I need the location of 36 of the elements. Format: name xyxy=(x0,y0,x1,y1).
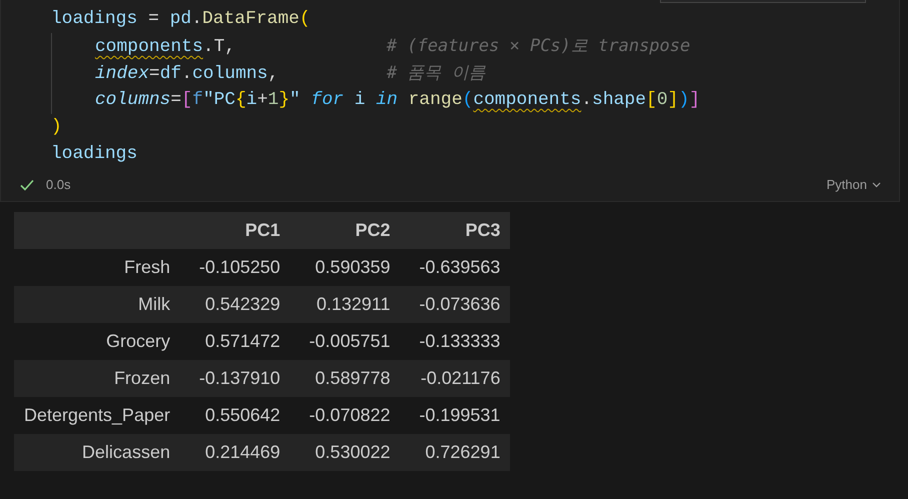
table-cell: 0.550642 xyxy=(180,397,290,434)
table-cell: 0.542329 xyxy=(180,286,290,323)
execution-time: 0.0s xyxy=(46,177,71,192)
table-cell: -0.070822 xyxy=(290,397,400,434)
code-line: columns=[f"PC{i+1}" for i in range(components.shape[0])] xyxy=(95,89,700,112)
language-selector[interactable]: Python xyxy=(826,177,881,192)
table-cell: 0.590359 xyxy=(290,249,400,286)
row-label: Delicassen xyxy=(14,434,180,471)
column-header: PC2 xyxy=(290,212,400,249)
table-cell: 0.726291 xyxy=(400,434,510,471)
code-line: components.T, # (features × PCs)로 transpose xyxy=(95,35,690,59)
row-label: Detergents_Paper xyxy=(14,397,180,434)
table-cell: 0.530022 xyxy=(290,434,400,471)
row-label: Milk xyxy=(14,286,180,323)
table-cell: -0.137910 xyxy=(180,360,290,397)
table-cell: 0.589778 xyxy=(290,360,400,397)
table-cell: -0.105250 xyxy=(180,249,290,286)
table-cell: 0.214469 xyxy=(180,434,290,471)
table-cell: -0.005751 xyxy=(290,323,400,360)
column-header: PC1 xyxy=(180,212,290,249)
table-cell: 0.571472 xyxy=(180,323,290,360)
code-line: loadings xyxy=(51,143,138,166)
table-cell: -0.133333 xyxy=(400,323,510,360)
table-cell: -0.639563 xyxy=(400,249,510,286)
table-cell: -0.073636 xyxy=(400,286,510,323)
column-header: PC3 xyxy=(400,212,510,249)
table-cell: -0.199531 xyxy=(400,397,510,434)
code-line: ) xyxy=(51,116,62,139)
row-label: Grocery xyxy=(14,323,180,360)
code-line: loadings = pd.DataFrame( xyxy=(51,8,310,31)
table-cell: -0.021176 xyxy=(400,360,510,397)
row-label: Fresh xyxy=(14,249,180,286)
row-label: Frozen xyxy=(14,360,180,397)
chevron-down-icon xyxy=(872,182,881,188)
code-line: index=df.columns, # 품목 이름 xyxy=(95,62,486,86)
table-cell: 0.132911 xyxy=(290,286,400,323)
